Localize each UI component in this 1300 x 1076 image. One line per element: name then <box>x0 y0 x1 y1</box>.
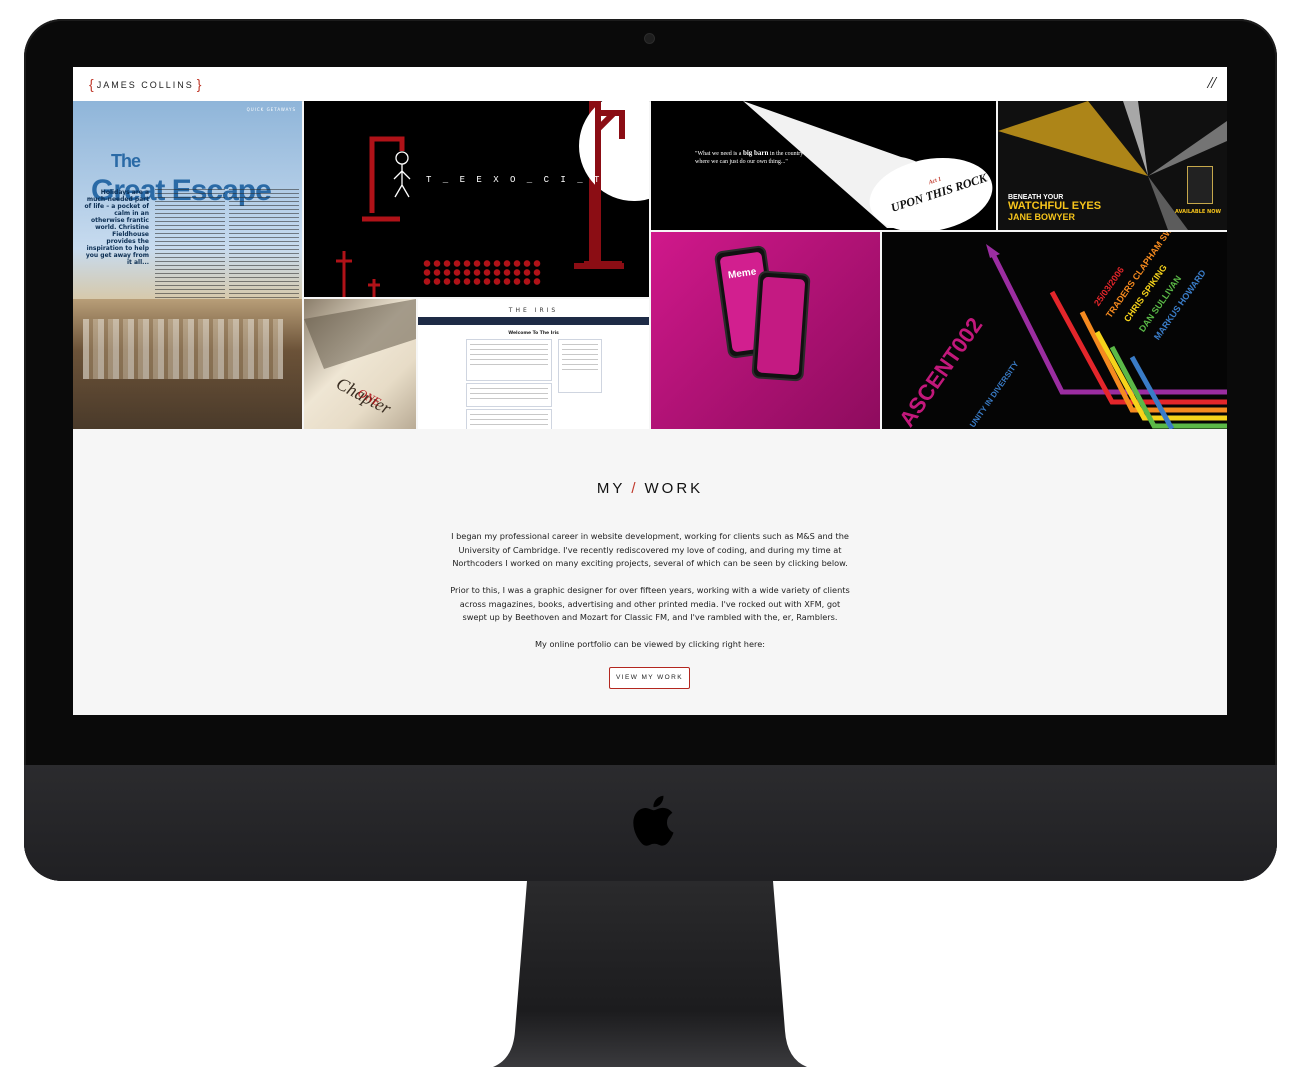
iris-article-card <box>466 339 552 381</box>
magazine-text-column <box>155 189 225 309</box>
view-my-work-button[interactable]: VIEW MY WORK <box>609 667 690 689</box>
apple-icon <box>633 795 674 846</box>
iris-article-card <box>466 409 552 429</box>
iris-sidebar-card <box>558 339 602 393</box>
iris-heading: Welcome To The Iris <box>508 331 559 336</box>
book-author: JANE BOWYER <box>1008 212 1076 222</box>
camera-icon <box>645 34 654 43</box>
app-name: Meme <box>727 266 758 282</box>
gallery-tile-great-escape[interactable]: QUICK GETAWAYS The Great Escape Holidays… <box>73 101 302 429</box>
letter-keyboard[interactable] <box>422 259 542 285</box>
hangman-word: T _ E E X O _ C I _ T <box>426 175 603 185</box>
site-header: {JAMES COLLINS} // <box>73 67 1227 102</box>
menu-icon[interactable]: // <box>1208 73 1217 93</box>
gallery-tile-the-iris[interactable]: THE IRIS Welcome To The Iris <box>418 299 649 429</box>
gallery-tile-hangman[interactable]: T _ E E X O _ C I _ T <box>304 101 649 297</box>
intro-paragraph: My online portfolio can be viewed by cli… <box>534 639 765 649</box>
title-work: WORK <box>644 480 704 497</box>
magazine-headline-top: The <box>111 151 141 171</box>
magazine-intro: Holidays are a much-needed part of life … <box>84 189 150 266</box>
magazine-text-column <box>229 189 299 309</box>
phone-mockup <box>751 270 811 382</box>
site-logo[interactable]: {JAMES COLLINS} <box>89 75 202 92</box>
imac-stand <box>493 881 807 1067</box>
intro-paragraph: I began my professional career in websit… <box>451 531 849 568</box>
book-title-line2: WATCHFUL EYES <box>1008 200 1102 212</box>
intro-paragraph: Prior to this, I was a graphic designer … <box>450 585 850 622</box>
section-title: MY / WORK <box>73 480 1227 497</box>
quote-highlight: big barn <box>742 149 769 157</box>
gallery-tile-ascent[interactable]: ASCENT002 25/03/2006 TRADERS CLAPHAM SW4… <box>882 232 1227 429</box>
browser-screen: {JAMES COLLINS} // QUICK GETAWAYS The Gr… <box>73 67 1227 715</box>
brace-close: } <box>196 76 202 92</box>
brand-name: JAMES COLLINS <box>96 80 194 90</box>
brace-open: { <box>89 76 94 92</box>
gallery-tile-upon-this-rock[interactable]: "What we need is a big barn in the count… <box>651 101 996 230</box>
gallery-tile-watchful-eyes[interactable]: BENEATH YOUR WATCHFUL EYES JANE BOWYER A… <box>998 101 1227 230</box>
city-photo <box>73 299 302 429</box>
magazine-strap: QUICK GETAWAYS <box>246 107 296 112</box>
iris-logo: THE IRIS <box>508 307 559 314</box>
gallery-tile-chapter-one[interactable]: Chapter ONE <box>304 299 416 429</box>
iris-navbar <box>418 317 649 325</box>
book-cover <box>1187 166 1213 204</box>
iris-article-card <box>466 383 552 407</box>
book-photo: Chapter ONE <box>304 299 416 419</box>
title-my: MY <box>596 480 626 497</box>
title-slash: / <box>631 480 639 497</box>
phone-screen <box>756 276 806 376</box>
quote-text: "What we need is a big barn in the count… <box>695 149 805 166</box>
quote-part-a: "What we need is a <box>695 151 742 157</box>
book-title: BENEATH YOUR WATCHFUL EYES JANE BOWYER <box>1008 194 1101 223</box>
availability-label: AVAILABLE NOW <box>1175 209 1221 215</box>
gallery-tile-meme-app[interactable]: Meme <box>651 232 880 429</box>
